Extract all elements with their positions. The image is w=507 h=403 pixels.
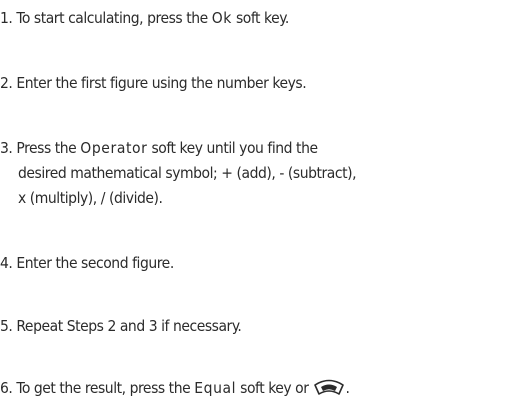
step-5-text: Repeat Steps 2 and 3 if necessary.: [16, 317, 242, 335]
step-6: 6. To get the result, press the Equal so…: [0, 376, 507, 403]
step-3-number: 3.: [0, 139, 13, 157]
step-6-period: .: [345, 379, 350, 397]
ok-softkey-label: Ok: [211, 9, 232, 27]
step-3-text: Press the: [16, 139, 77, 157]
step-2-number: 2.: [0, 74, 13, 92]
step-6-number: 6.: [0, 379, 13, 397]
step-3-text-cont: soft key until you find the: [151, 139, 318, 157]
step-4-number: 4.: [0, 254, 13, 272]
step-1-line: 1. To start calculating, press the Ok so…: [0, 6, 507, 31]
equal-softkey-label: Equal: [194, 379, 237, 397]
step-4-text: Enter the second figure.: [16, 254, 174, 272]
send-key-icon: [312, 377, 346, 403]
step-3-line-3: x (multiply), / (divide).: [18, 189, 163, 207]
step-6-line: 6. To get the result, press the Equal so…: [0, 376, 507, 403]
step-4: 4. Enter the second figure.: [0, 251, 507, 276]
operator-softkey-label: Operator: [80, 139, 148, 157]
step-5-number: 5.: [0, 317, 13, 335]
step-4-line: 4. Enter the second figure.: [0, 251, 507, 276]
step-2-line: 2. Enter the first figure using the numb…: [0, 71, 507, 96]
step-3: 3. Press the Operator soft key until you…: [0, 136, 507, 211]
step-3-line-1: 3. Press the Operator soft key until you…: [0, 136, 507, 161]
step-1: 1. To start calculating, press the Ok so…: [0, 6, 507, 31]
step-1-text-end: soft key.: [235, 9, 289, 27]
step-1-number: 1.: [0, 9, 13, 27]
step-3-line-2: desired mathematical symbol; + (add), - …: [18, 164, 357, 182]
step-1-text: To start calculating, press the: [16, 9, 208, 27]
step-6-text: To get the result, press the: [16, 379, 191, 397]
step-2: 2. Enter the first figure using the numb…: [0, 71, 507, 96]
step-2-text: Enter the first figure using the number …: [16, 74, 307, 92]
step-5-line: 5. Repeat Steps 2 and 3 if necessary.: [0, 314, 507, 339]
step-6-text-cont: soft key or: [240, 379, 309, 397]
step-5: 5. Repeat Steps 2 and 3 if necessary.: [0, 314, 507, 339]
